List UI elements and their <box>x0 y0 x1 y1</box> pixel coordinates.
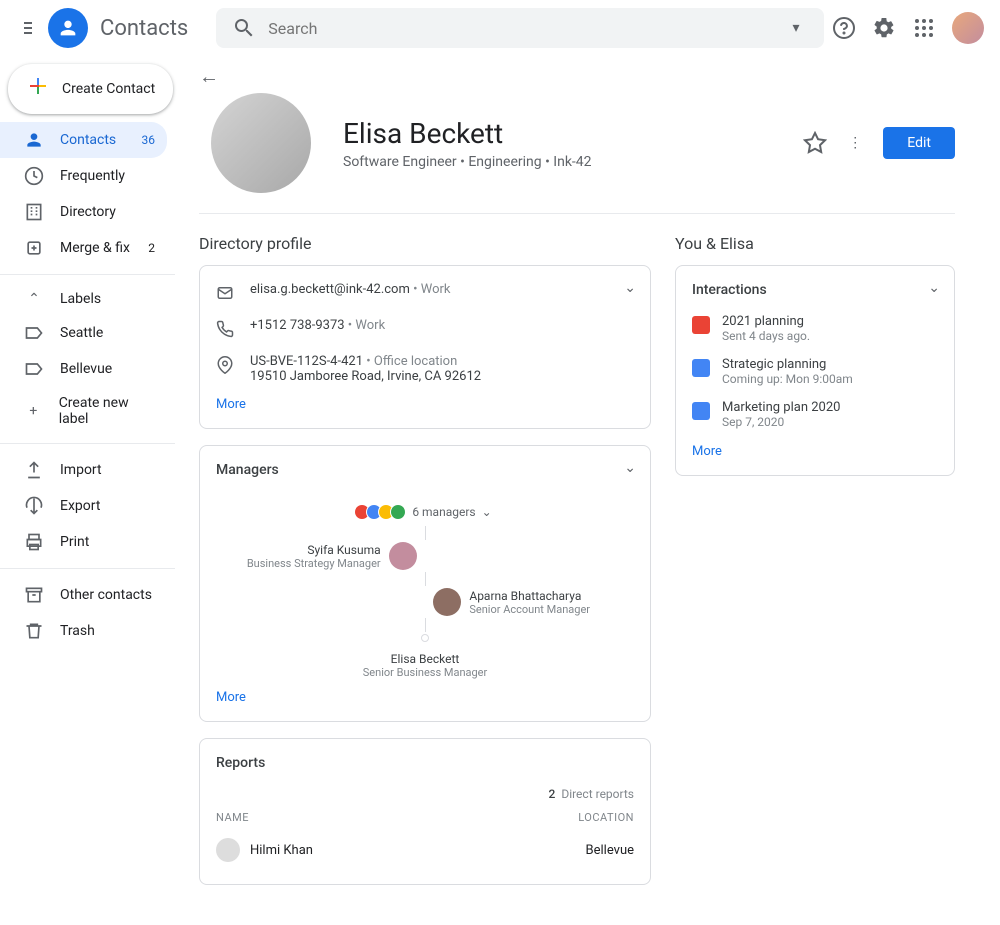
email-row: elisa.g.beckett@ink-42.com • Work <box>216 282 634 306</box>
phone-row: +1512 738-9373 • Work <box>216 318 634 342</box>
sidebar-item-export[interactable]: Export <box>0 488 167 524</box>
merge-icon <box>24 238 44 258</box>
directory-card: ⌄ elisa.g.beckett@ink-42.com • Work +151… <box>199 265 651 429</box>
archive-icon <box>24 585 44 605</box>
location-row: US-BVE-112S-4-421 • Office location 1951… <box>216 354 634 384</box>
manager-node[interactable]: Syifa KusumaBusiness Strategy Manager <box>216 542 417 570</box>
sidebar-item-contacts[interactable]: Contacts36 <box>0 122 167 158</box>
star-icon[interactable] <box>803 131 827 155</box>
profile-photo[interactable] <box>211 93 311 193</box>
manager-node[interactable]: Aparna BhattacharyaSenior Account Manage… <box>433 588 634 616</box>
sidebar-item-trash[interactable]: Trash <box>0 613 167 649</box>
back-button[interactable]: ← <box>199 64 219 89</box>
apps-icon[interactable] <box>912 16 936 40</box>
interaction-item[interactable]: Strategic planningComing up: Mon 9:00am <box>692 357 938 386</box>
building-icon <box>24 202 44 222</box>
header-actions <box>832 12 984 44</box>
user-avatar[interactable] <box>952 12 984 44</box>
chevron-down-icon[interactable]: ⌄ <box>624 460 636 476</box>
search-bar[interactable]: ▾ <box>216 8 824 48</box>
main-content: ← Elisa Beckett Software Engineer • Engi… <box>175 56 995 925</box>
dropdown-icon[interactable]: ▾ <box>784 16 808 40</box>
more-icon[interactable]: ⋮ <box>843 131 867 155</box>
app-icon <box>692 359 710 377</box>
settings-icon[interactable] <box>872 16 896 40</box>
phone-icon <box>216 320 234 342</box>
col-name: NAME <box>216 811 249 824</box>
help-icon[interactable] <box>832 16 856 40</box>
upload-icon <box>24 460 44 480</box>
directory-more-link[interactable]: More <box>216 397 246 412</box>
app-header: Contacts ▾ <box>0 0 1000 56</box>
trash-icon <box>24 621 44 641</box>
col-location: LOCATION <box>578 811 634 824</box>
managers-count[interactable]: 6 managers ⌄ <box>216 504 634 520</box>
manager-node-self: Elisa BeckettSenior Business Manager <box>216 652 634 679</box>
interactions-more-link[interactable]: More <box>692 444 722 459</box>
email-icon <box>216 284 234 306</box>
create-contact-label: Create Contact <box>62 81 155 97</box>
app-icon <box>692 402 710 420</box>
managers-title: Managers <box>216 462 634 478</box>
search-icon <box>232 16 256 40</box>
sidebar-item-directory[interactable]: Directory <box>0 194 167 230</box>
chevron-down-icon: ⌄ <box>482 505 492 519</box>
plus-icon: + <box>24 403 43 419</box>
divider <box>0 443 175 444</box>
interactions-card: ⌄ Interactions 2021 planningSent 4 days … <box>675 265 955 476</box>
chevron-up-icon: ⌃ <box>24 291 44 307</box>
divider <box>0 274 175 275</box>
sidebar-item-print[interactable]: Print <box>0 524 167 560</box>
label-icon <box>24 359 44 379</box>
download-icon <box>24 496 44 516</box>
labels-header[interactable]: ⌃ Labels <box>0 283 167 315</box>
profile-subtitle: Software Engineer • Engineering • Ink-42 <box>343 154 771 170</box>
create-contact-button[interactable]: Create Contact <box>8 64 173 114</box>
person-icon <box>24 130 44 150</box>
managers-card: ⌄ Managers 6 managers ⌄ Syifa KusumaBusi… <box>199 445 651 722</box>
clock-icon <box>24 166 44 186</box>
report-row[interactable]: Hilmi KhanBellevue <box>216 832 634 868</box>
directory-title: Directory profile <box>199 234 651 253</box>
sidebar-item-frequently[interactable]: Frequently <box>0 158 167 194</box>
sidebar-item-merge-&-fix[interactable]: Merge & fix2 <box>0 230 167 266</box>
you-and-title: You & Elisa <box>675 234 955 253</box>
interaction-item[interactable]: Marketing plan 2020Sep 7, 2020 <box>692 400 938 429</box>
plus-icon <box>26 74 50 104</box>
mini-avatars <box>358 504 406 520</box>
search-input[interactable] <box>268 19 772 38</box>
edit-button[interactable]: Edit <box>883 127 955 159</box>
create-new-label[interactable]: + Create new label <box>0 387 167 435</box>
sidebar: Create Contact Contacts36FrequentlyDirec… <box>0 56 175 925</box>
reports-card: Reports 2 Direct reports NAME LOCATION H… <box>199 738 651 885</box>
chevron-down-icon[interactable]: ⌄ <box>624 280 636 296</box>
app-icon <box>692 316 710 334</box>
interactions-title: Interactions <box>692 282 938 298</box>
app-logo[interactable] <box>48 8 88 48</box>
divider <box>0 568 175 569</box>
sidebar-item-import[interactable]: Import <box>0 452 167 488</box>
sidebar-item-bellevue[interactable]: Bellevue <box>0 351 167 387</box>
menu-icon[interactable] <box>16 11 40 45</box>
profile-header: Elisa Beckett Software Engineer • Engine… <box>199 93 955 214</box>
sidebar-item-other-contacts[interactable]: Other contacts <box>0 577 167 613</box>
profile-name: Elisa Beckett <box>343 117 771 150</box>
print-icon <box>24 532 44 552</box>
reports-title: Reports <box>216 755 634 771</box>
managers-more-link[interactable]: More <box>216 690 246 705</box>
label-icon <box>24 323 44 343</box>
interaction-item[interactable]: 2021 planningSent 4 days ago. <box>692 314 938 343</box>
app-title: Contacts <box>100 16 188 41</box>
location-icon <box>216 356 234 378</box>
sidebar-item-seattle[interactable]: Seattle <box>0 315 167 351</box>
chevron-down-icon[interactable]: ⌄ <box>928 280 940 296</box>
